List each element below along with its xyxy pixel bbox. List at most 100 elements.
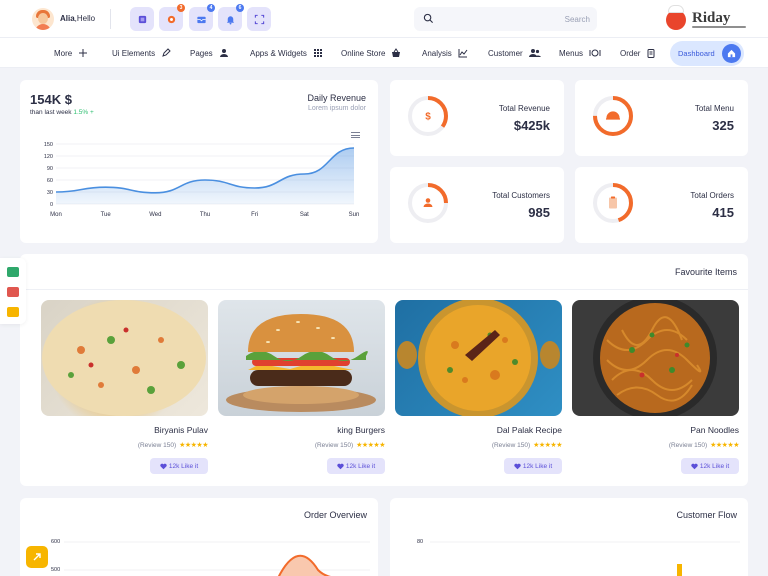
- chat-icon[interactable]: [7, 307, 19, 317]
- nav-label: Order: [620, 48, 641, 58]
- stat-value: 985: [528, 205, 550, 220]
- expand-icon: [254, 14, 264, 24]
- stat-label: Total Menu: [694, 104, 734, 113]
- star-rating: ★★★★★: [179, 442, 208, 449]
- nav-item-online-store[interactable]: Online Store: [341, 38, 401, 68]
- nav-item-analysis[interactable]: Analysis: [422, 38, 468, 68]
- user-icon: [219, 49, 228, 57]
- brand-logo[interactable]: Riday: [664, 5, 748, 33]
- nav-item-order[interactable]: Order: [620, 38, 656, 68]
- cash-icon[interactable]: [7, 267, 19, 277]
- food-card-burger[interactable]: king Burgers (Review 150) ★★★★★ 12k Like …: [218, 300, 385, 475]
- inbox-icon: [196, 16, 206, 23]
- main-nav: More Ui Elements Pages Apps & Widgets On…: [0, 38, 768, 68]
- stat-value: $425k: [513, 118, 550, 133]
- food-card-dal-palak[interactable]: Dal Palak Recipe (Review 150) ★★★★★ 12k L…: [395, 300, 562, 475]
- search-icon: [423, 13, 434, 24]
- like-count: 12k Like it: [699, 462, 730, 470]
- notifications-button[interactable]: 6: [218, 4, 244, 31]
- y-tick-label: 150: [44, 142, 53, 148]
- x-tick-label: Sat: [300, 212, 309, 218]
- review-count: (Review 150): [314, 441, 354, 449]
- like-button[interactable]: 12k Like it: [150, 458, 208, 474]
- stat-label: Total Customers: [492, 191, 550, 200]
- review-count: (Review 150): [668, 441, 708, 449]
- nav-label: Analysis: [422, 48, 452, 58]
- star-rating: ★★★★★: [356, 442, 385, 449]
- fullscreen-button[interactable]: [247, 7, 271, 31]
- food-review: (Review 150) ★★★★★: [314, 441, 386, 450]
- food-image: [218, 300, 385, 416]
- user-avatar[interactable]: [32, 8, 54, 30]
- nav-item-more[interactable]: More: [54, 38, 88, 68]
- bell-icon: [226, 15, 234, 25]
- gallery-icon[interactable]: [7, 287, 19, 297]
- food-review: (Review 150) ★★★★★: [137, 441, 209, 450]
- like-button[interactable]: 12k Like it: [504, 458, 562, 474]
- customer-flow-chart: [430, 541, 740, 576]
- nav-item-dashboard[interactable]: Dashboard: [670, 41, 744, 66]
- floating-action-button[interactable]: [26, 546, 48, 568]
- layers-icon: [138, 15, 146, 23]
- greeting-text: ,Hello: [74, 14, 96, 23]
- food-name: Pan Noodles: [690, 425, 739, 435]
- x-tick-label: Mon: [50, 212, 62, 218]
- dashboard-label: Dashboard: [678, 49, 715, 58]
- progress-ring: [408, 183, 448, 223]
- inbox-badge: 4: [207, 4, 215, 12]
- nav-item-pages[interactable]: Pages: [190, 38, 229, 68]
- like-count: 12k Like it: [522, 462, 553, 470]
- line-chart-icon: [458, 49, 468, 58]
- like-button[interactable]: 12k Like it: [681, 458, 739, 474]
- progress-ring: [593, 96, 633, 136]
- stat-card-revenue: $ Total Revenue $425k: [390, 80, 564, 156]
- nav-item-apps-widgets[interactable]: Apps & Widgets: [250, 38, 323, 68]
- chef-icon: [666, 10, 686, 30]
- search-box[interactable]: [414, 7, 597, 31]
- nav-label: Pages: [190, 48, 213, 58]
- nav-item-menus[interactable]: Menus: [559, 38, 601, 68]
- order-overview-chart: [64, 541, 370, 576]
- review-count: (Review 150): [491, 441, 531, 449]
- basket-icon: [392, 48, 401, 57]
- like-count: 12k Like it: [168, 462, 199, 470]
- y-tick-label: 0: [50, 202, 53, 208]
- star-rating: ★★★★★: [710, 442, 739, 449]
- settings-button[interactable]: 3: [159, 4, 185, 31]
- flow-bar: [677, 564, 682, 576]
- food-card-noodles[interactable]: Pan Noodles (Review 150) ★★★★★ 12k Like i…: [572, 300, 739, 475]
- card-title: Favourite Items: [674, 267, 737, 277]
- dinner-icon: [589, 49, 601, 57]
- nav-item-customer[interactable]: Customer: [488, 38, 541, 68]
- dollar-icon: $: [425, 112, 431, 123]
- inbox-button[interactable]: 4: [189, 4, 215, 31]
- gear-icon: [167, 15, 175, 23]
- stat-card-customers: Total Customers 985: [390, 167, 564, 243]
- review-count: (Review 150): [137, 441, 177, 449]
- food-review: (Review 150) ★★★★★: [491, 441, 563, 450]
- nav-item-ui-elements[interactable]: Ui Elements: [112, 38, 171, 68]
- top-bar: Alia,Hello 3 4 6 Riday: [0, 0, 768, 38]
- x-tick-label: Sun: [349, 212, 360, 218]
- food-name: Biryanis Pulav: [154, 425, 208, 435]
- like-count: 12k Like it: [345, 462, 376, 470]
- daily-revenue-card: 154K $ than last week 1.5% + Daily Reven…: [20, 80, 378, 243]
- clipboard-icon: [609, 196, 617, 209]
- nav-label: Ui Elements: [112, 48, 156, 58]
- layers-button[interactable]: [130, 7, 154, 31]
- x-tick-label: Fri: [251, 212, 258, 218]
- like-button[interactable]: 12k Like it: [327, 458, 385, 474]
- stat-label: Total Revenue: [498, 104, 550, 113]
- y-tick-label: 90: [47, 166, 53, 172]
- favourite-items-card: Favourite Items Biryanis Pulav (Review 1…: [20, 254, 748, 486]
- brand-name: Riday: [692, 10, 731, 26]
- x-tick-label: Thu: [200, 212, 210, 218]
- food-card-biryani[interactable]: Biryanis Pulav (Review 150) ★★★★★ 12k Lik…: [41, 300, 208, 475]
- nav-label: More: [54, 48, 73, 58]
- y-tick-label: 30: [47, 190, 53, 196]
- users-icon: [528, 49, 541, 57]
- home-icon: [722, 44, 741, 63]
- search-input[interactable]: [440, 11, 590, 27]
- x-tick-label: Tue: [101, 212, 112, 218]
- side-quick-panel: [0, 258, 26, 324]
